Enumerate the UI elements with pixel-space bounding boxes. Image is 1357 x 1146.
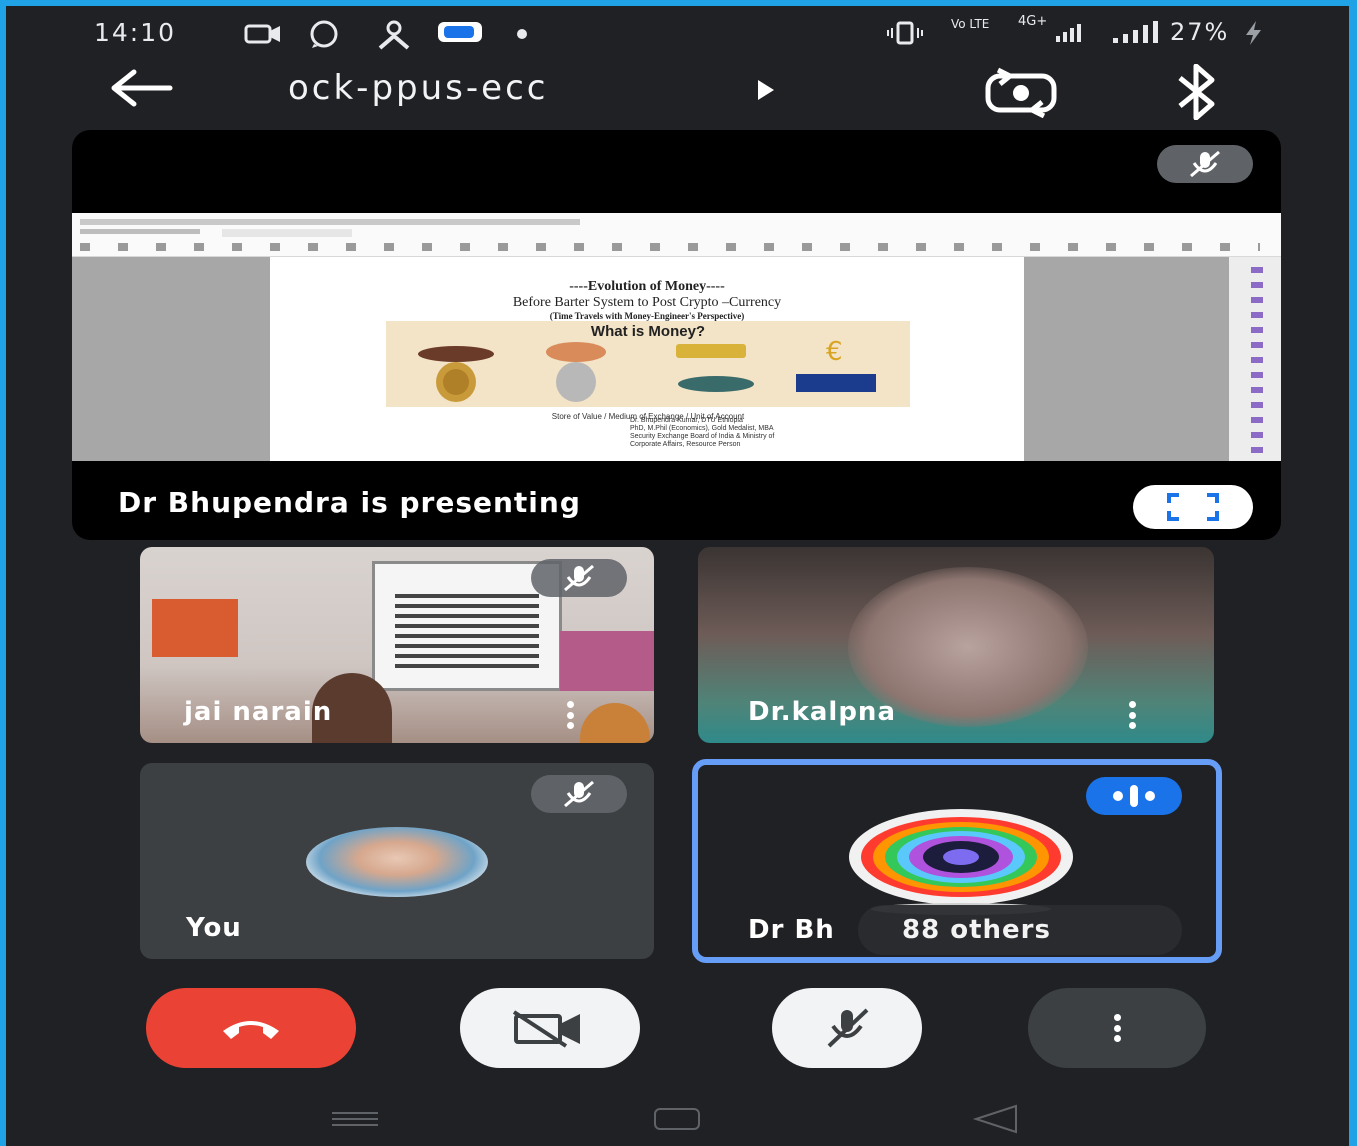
participant-tile-jai-narain[interactable]: jai narain (140, 547, 654, 743)
speaking-indicator (1086, 777, 1182, 815)
shared-screen: ----Evolution of Money---- Before Barter… (72, 213, 1281, 461)
participant-name: jai narain (184, 697, 333, 727)
svg-text:€: € (826, 340, 843, 367)
more-vertical-icon (1105, 1008, 1129, 1048)
presenting-caption: Dr Bhupendra is presenting (118, 486, 581, 519)
end-call-button[interactable] (146, 988, 356, 1068)
play-arrow-icon[interactable] (754, 78, 778, 102)
mic-off-icon (1190, 150, 1220, 178)
audio-level-icon (1113, 785, 1155, 807)
meeting-screen: 14:10 Vo LTE 4G+ 27% ock-ppus-ecc ----Ev… (6, 6, 1349, 1146)
recents-nav-icon[interactable] (332, 1112, 378, 1126)
presenter-mute-indicator (1157, 145, 1253, 183)
money-illustration: € (418, 337, 876, 402)
doc-author: Dr. Bhupendra Kumar, DTU Ethiopia PhD, M… (630, 417, 775, 448)
presentation-tile[interactable]: ----Evolution of Money---- Before Barter… (72, 130, 1281, 540)
wall-poster (152, 599, 238, 657)
mute-indicator (531, 775, 627, 813)
participant-tile-you[interactable]: You (140, 763, 654, 959)
mic-off-icon (827, 1008, 869, 1048)
mic-off-icon (564, 780, 594, 808)
meeting-code[interactable]: ock-ppus-ecc (288, 68, 548, 108)
dot-icon (517, 29, 527, 39)
avatar (306, 827, 488, 897)
doc-tagline: (Time Travels with Money-Engineer's Pers… (549, 311, 745, 321)
money-image: What is Money? € Store of Value / Medium… (386, 321, 910, 421)
arrow-left-icon[interactable] (106, 68, 176, 108)
vibrate-icon (887, 21, 923, 45)
signal-4g-icon (1056, 24, 1081, 42)
signal-bars-icon (1113, 21, 1158, 43)
wall-banner (560, 631, 654, 691)
mic-off-icon (564, 564, 594, 592)
person-2 (580, 703, 650, 743)
battery-charging-icon (1246, 21, 1261, 45)
battery-percent: 27% (1170, 18, 1230, 46)
switch-camera-icon[interactable] (978, 66, 1064, 118)
camera-toggle-button[interactable] (460, 988, 640, 1068)
pdf-gutter-left (72, 257, 270, 461)
mic-toggle-button[interactable] (772, 988, 922, 1068)
participant-name: Dr.kalpna (748, 697, 896, 727)
mute-indicator (531, 559, 627, 597)
pdf-toolbar (72, 213, 1281, 257)
doc-title: ----Evolution of Money---- (569, 279, 725, 294)
end-call-icon (223, 1021, 279, 1039)
fullscreen-icon (1167, 493, 1219, 521)
pdf-gutter-right (1024, 257, 1229, 461)
pdf-tools-rail (1229, 257, 1281, 461)
camera-icon (244, 24, 280, 44)
fullscreen-button[interactable] (1133, 485, 1253, 529)
network-label: 4G+ (1018, 14, 1048, 29)
participant-tile-others[interactable]: Dr Bh 88 others (692, 759, 1222, 963)
pdf-page: ----Evolution of Money---- Before Barter… (270, 257, 1024, 461)
doc-subtitle: Before Barter System to Post Crypto –Cur… (512, 295, 782, 310)
chat-bubble-icon (438, 22, 482, 42)
volte-label: Vo LTE (951, 17, 990, 31)
participant-name: You (186, 913, 242, 943)
more-vertical-icon[interactable] (1120, 695, 1144, 735)
whatsapp-icon (310, 20, 338, 48)
participant-tile-dr-kalpna[interactable]: Dr.kalpna (698, 547, 1214, 743)
status-bar: 14:10 Vo LTE 4G+ 27% (6, 6, 1349, 56)
home-nav-icon[interactable] (654, 1108, 700, 1130)
bluetooth-icon[interactable] (1172, 64, 1222, 120)
others-count: 88 others (902, 915, 1051, 945)
person-icon (378, 20, 410, 50)
back-nav-icon[interactable] (970, 1104, 1020, 1134)
status-time: 14:10 (94, 18, 177, 47)
others-chip[interactable]: 88 others (858, 905, 1182, 955)
more-options-button[interactable] (1028, 988, 1206, 1068)
camera-off-icon (512, 1010, 580, 1048)
camera-app-logo (849, 809, 1073, 915)
more-vertical-icon[interactable] (558, 695, 582, 735)
money-image-heading: What is Money? (590, 323, 706, 340)
participant-name: Dr Bh (748, 915, 835, 945)
